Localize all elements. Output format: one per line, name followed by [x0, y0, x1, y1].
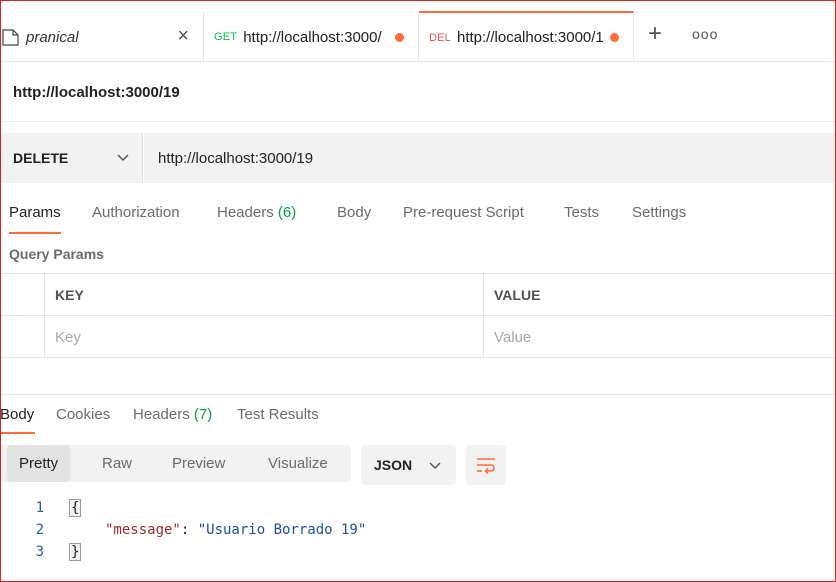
tab-pranical[interactable]: pranical × [0, 12, 204, 62]
request-name[interactable]: http://localhost:3000/19 [13, 84, 180, 101]
document-icon [2, 29, 19, 46]
code-line: 3 } [0, 541, 836, 563]
response-tab-test-results[interactable]: Test Results [237, 406, 319, 423]
line-number: 1 [35, 500, 44, 516]
value-header: VALUE [494, 287, 541, 303]
table-header-row: KEY VALUE [0, 274, 836, 316]
json-key: "message" [105, 522, 181, 538]
response-tabs: Body Cookies Headers (7) Test Results [0, 400, 836, 436]
response-tab-headers[interactable]: Headers (7) [133, 406, 212, 423]
response-headers-count: (7) [193, 406, 213, 423]
json-value: "Usuario Borrado 19" [197, 522, 367, 538]
view-preview[interactable]: Preview [160, 445, 237, 482]
open-brace: { [68, 499, 82, 517]
view-mode-group: Pretty Raw Preview Visualize [0, 445, 351, 482]
more-tabs-icon[interactable]: ooo [692, 27, 718, 41]
code-line: 1 { [0, 497, 836, 519]
tab-url: http://localhost:3000/1 [457, 29, 604, 46]
active-tab-indicator [9, 232, 61, 234]
close-brace: } [68, 543, 82, 561]
tab-bar: pranical × GET http://localhost:3000/ DE… [0, 0, 836, 62]
wrap-lines-icon [477, 458, 495, 474]
method-dropdown[interactable]: DELETE [0, 133, 143, 183]
divider [0, 121, 836, 122]
tab-delete-request[interactable]: DEL http://localhost:3000/1 [419, 11, 634, 62]
tab-pre-request-script[interactable]: Pre-request Script [403, 204, 524, 221]
method-label: DELETE [13, 150, 69, 166]
method-badge-del: DEL [429, 31, 451, 44]
json-colon: : [180, 522, 198, 538]
unsaved-dot-icon [610, 33, 619, 42]
line-number: 2 [35, 522, 44, 538]
tab-settings[interactable]: Settings [632, 204, 686, 221]
method-badge-get: GET [214, 31, 238, 43]
close-icon[interactable]: × [177, 26, 189, 46]
chevron-down-icon [117, 154, 129, 162]
value-input[interactable]: Value [484, 316, 836, 358]
wrap-lines-button[interactable] [466, 445, 506, 485]
format-dropdown[interactable]: JSON [361, 445, 456, 485]
divider [0, 394, 836, 395]
line-number: 3 [35, 544, 44, 560]
view-raw[interactable]: Raw [90, 445, 144, 482]
tab-authorization[interactable]: Authorization [92, 204, 180, 221]
tab-params[interactable]: Params [9, 204, 61, 221]
tab-headers[interactable]: Headers (6) [217, 204, 296, 221]
headers-count: (6) [277, 204, 297, 221]
tab-url: http://localhost:3000/ [243, 28, 382, 46]
query-params-table: KEY VALUE Key Value [0, 273, 836, 358]
active-response-tab-indicator [0, 432, 35, 434]
tab-title: pranical [26, 28, 79, 46]
chevron-down-icon [429, 462, 441, 470]
table-row: Key Value [0, 316, 836, 358]
response-tab-body[interactable]: Body [0, 406, 34, 423]
new-tab-button[interactable]: + [648, 22, 662, 46]
request-tabs: Params Authorization Headers (6) Body Pr… [0, 196, 836, 236]
view-pretty[interactable]: Pretty [7, 445, 71, 482]
checkbox-column [0, 274, 45, 316]
key-input[interactable]: Key [45, 316, 484, 358]
url-bar: DELETE [0, 133, 836, 183]
view-visualize[interactable]: Visualize [256, 445, 340, 482]
tab-body[interactable]: Body [337, 204, 371, 221]
row-checkbox[interactable] [0, 316, 45, 358]
tab-get-request[interactable]: GET http://localhost:3000/ [204, 12, 419, 62]
format-label: JSON [374, 457, 413, 473]
response-tab-cookies[interactable]: Cookies [56, 406, 110, 423]
url-input[interactable] [144, 133, 836, 183]
tab-tests[interactable]: Tests [564, 204, 599, 221]
code-line: 2 "message": "Usuario Borrado 19" [0, 519, 836, 541]
key-header: KEY [45, 274, 484, 316]
unsaved-dot-icon [395, 33, 404, 42]
query-params-title: Query Params [9, 246, 104, 262]
